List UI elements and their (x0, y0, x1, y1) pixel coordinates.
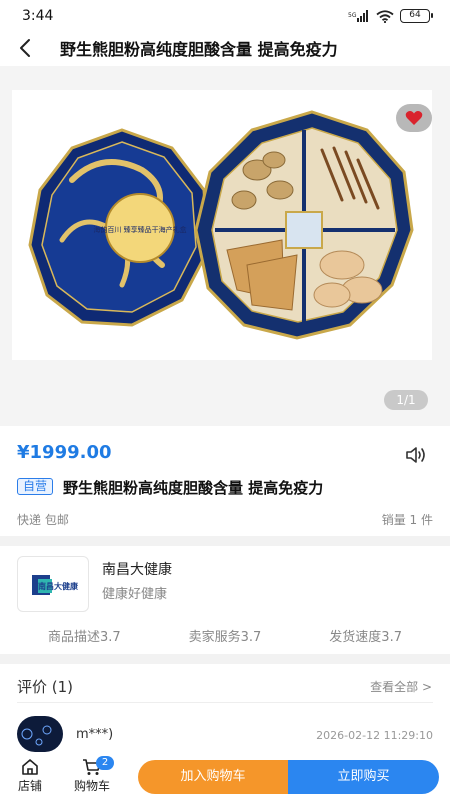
store-slogan: 健康好健康 (102, 587, 168, 602)
rating-service: 卖家服务3.7 (188, 630, 262, 645)
avatar-image (21, 725, 52, 746)
add-to-cart-button[interactable]: 加入购物车 (138, 760, 288, 794)
cart-tab[interactable]: 购物车 2 (72, 756, 114, 794)
cellular-signal-icon: 5G (348, 10, 368, 22)
status-time: 3:44 (22, 8, 54, 24)
view-all-reviews-link[interactable]: 查看全部 > (370, 678, 432, 695)
product-gallery[interactable]: 海韵百川 臻享臻品干海产礼盒 1/1 (0, 66, 450, 426)
speaker-icon[interactable] (404, 444, 428, 466)
bottom-action-bar: 店铺 购物车 2 加入购物车 立即购买 (0, 756, 450, 800)
favorite-button[interactable] (396, 104, 432, 132)
store-ratings: 商品描述3.7 卖家服务3.7 发货速度3.7 (0, 626, 450, 645)
nav-bar: 野生熊胆粉高纯度胆酸含量 提高免疫力 (0, 32, 450, 66)
avatar (17, 716, 63, 752)
status-icons: 5G 64 (348, 9, 433, 23)
reviewer-name: m***) (76, 727, 114, 742)
store-logo[interactable]: 南昌大健康 (17, 556, 89, 612)
store-logo-text: 南昌大健康 (38, 581, 79, 591)
back-arrow-icon[interactable] (14, 36, 38, 60)
store-card[interactable]: 南昌大健康 南昌大健康 健康好健康 商品描述3.7 卖家服务3.7 发货速度3.… (0, 546, 450, 654)
status-bar: 3:44 5G 64 (0, 0, 450, 32)
wifi-icon (376, 9, 394, 23)
store-logo-image: 南昌大健康 (32, 575, 79, 595)
rating-description: 商品描述3.7 (47, 630, 121, 645)
cart-tab-label: 购物车 (73, 779, 110, 793)
review-date: 2026-02-12 11:29:10 (316, 729, 433, 742)
store-name[interactable]: 南昌大健康 (102, 559, 172, 579)
cart-count-badge: 2 (96, 756, 114, 770)
product-image[interactable]: 海韵百川 臻享臻品干海产礼盒 (12, 90, 432, 360)
image-page-indicator: 1/1 (384, 390, 428, 410)
reviews-title: 评价 (1) (17, 678, 74, 696)
buy-now-button[interactable]: 立即购买 (288, 760, 439, 794)
product-info: ¥1999.00 自营 野生熊胆粉高纯度胆酸含量 提高免疫力 快递 包邮 销量 … (0, 426, 450, 536)
product-price: ¥1999.00 (17, 442, 112, 463)
battery-icon: 64 (400, 9, 433, 23)
gift-box-picture: 海韵百川 臻享臻品干海产礼盒 (28, 110, 414, 340)
network-type-label: 5G (348, 12, 357, 19)
product-title: 野生熊胆粉高纯度胆酸含量 提高免疫力 (63, 479, 324, 497)
sales-count: 销量 1 件 (381, 513, 433, 527)
heart-icon (405, 111, 423, 125)
rating-shipping: 发货速度3.7 (329, 630, 402, 645)
home-icon (22, 759, 38, 775)
shipping-info: 快递 包邮 (17, 513, 69, 527)
page-title: 野生熊胆粉高纯度胆酸含量 提高免疫力 (60, 40, 338, 59)
self-operated-badge: 自营 (17, 478, 54, 495)
box-label-text: 海韵百川 臻享臻品干海产礼盒 (93, 225, 186, 234)
divider (17, 702, 433, 703)
store-tab-label: 店铺 (17, 779, 42, 793)
store-tab[interactable]: 店铺 (10, 758, 50, 794)
